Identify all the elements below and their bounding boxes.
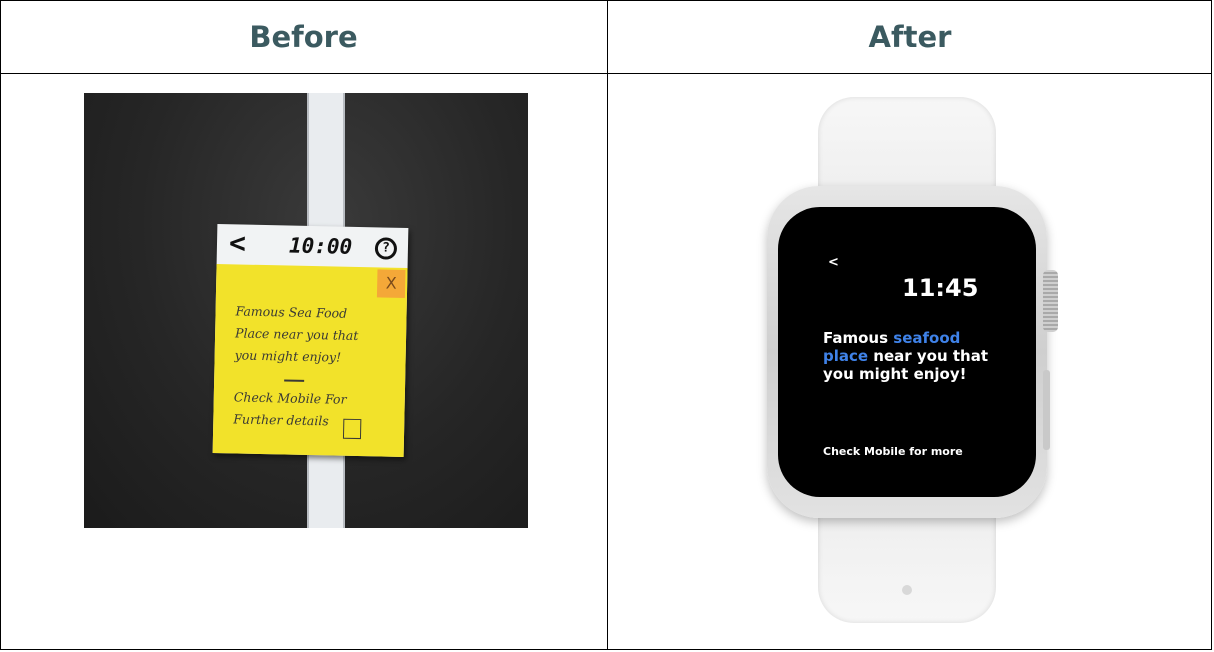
sketch-phone-icon <box>342 418 362 440</box>
watch-side-button <box>1043 370 1050 450</box>
sketch-message-line: you might enjoy! <box>234 347 342 365</box>
sketch-divider <box>284 379 305 382</box>
header-before-cell: Before <box>0 0 607 73</box>
header-divider <box>0 73 1212 74</box>
sketch-help-icon: ? <box>374 237 398 260</box>
sticky-note: X Famous Sea Food Place near you that yo… <box>212 264 408 457</box>
column-divider <box>607 0 608 650</box>
message-highlight: seafood <box>893 329 961 347</box>
paper-watch-screen: < 10:00 ? X Famous Sea Food Place near y… <box>212 224 409 457</box>
sketch-message-line: Place near you that <box>234 325 359 343</box>
header-before: Before <box>249 19 358 54</box>
header-after: After <box>868 19 952 54</box>
watch-band-hole <box>902 585 912 595</box>
sketch-back-icon: < <box>228 226 247 260</box>
sketch-message: Famous Sea Food Place near you that you … <box>234 300 385 369</box>
sketch-close-icon: X <box>376 269 406 298</box>
paper-topbar: < 10:00 ? <box>217 224 409 268</box>
sketch-time: 10:00 <box>288 233 353 259</box>
sketch-subtext: Check Mobile For Further details <box>233 386 384 433</box>
back-icon[interactable]: < <box>828 255 839 270</box>
check-mobile-note[interactable]: Check Mobile for more <box>823 445 963 458</box>
watch-screen: < 11:45 Famous seafood place near you tha… <box>778 207 1036 497</box>
watch-band-bottom <box>818 505 996 623</box>
watch-crown <box>1043 270 1058 332</box>
sketch-message-line: Famous Sea Food <box>235 303 348 321</box>
header-after-cell: After <box>608 0 1212 73</box>
sketch-subtext-line: Check Mobile For <box>233 389 347 407</box>
notification-message: Famous seafood place near you that you mi… <box>823 329 993 383</box>
message-start: Famous <box>823 329 894 347</box>
before-prototype-photo: < 10:00 ? X Famous Sea Food Place near y… <box>84 93 528 528</box>
watch-time: 11:45 <box>902 274 979 302</box>
message-highlight: place <box>823 347 869 365</box>
